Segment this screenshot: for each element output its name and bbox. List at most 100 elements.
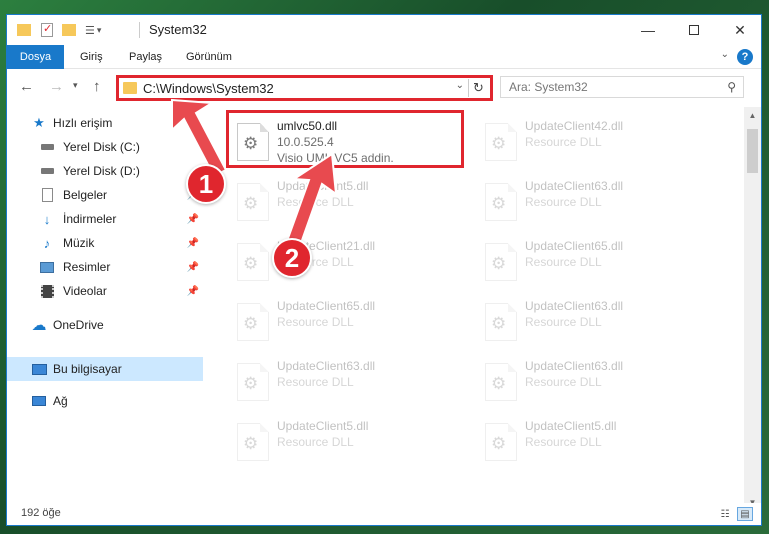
file-description: Resource DLL bbox=[277, 315, 354, 329]
file-description: Resource DLL bbox=[525, 375, 602, 389]
cloud-icon: ☁ bbox=[31, 317, 47, 334]
dll-file-icon: ⚙ bbox=[485, 243, 517, 281]
file-item[interactable]: ⚙ UpdateClient21.dll Resource DLL bbox=[223, 233, 463, 293]
close-button[interactable]: ✕ bbox=[717, 15, 761, 45]
file-description: Resource DLL bbox=[525, 435, 602, 449]
tab-home[interactable]: Giriş bbox=[80, 45, 103, 69]
sidebar-item-downloads[interactable]: ↓ İndirmeler 📌 bbox=[7, 207, 203, 231]
file-item[interactable]: ⚙ UpdateClient5.dll Resource DLL bbox=[223, 173, 463, 233]
quick-access-toolbar: ✓ ☰ ▾ bbox=[17, 21, 101, 39]
sidebar-item-this-pc[interactable]: Bu bilgisayar bbox=[7, 357, 203, 381]
tiles-view-icon[interactable]: ▤ bbox=[737, 507, 753, 521]
navigation-pane: ★ Hızlı erişim Yerel Disk (C:) Yerel Dis… bbox=[7, 107, 203, 499]
gear-icon: ⚙ bbox=[243, 314, 259, 333]
minimize-button[interactable]: — bbox=[625, 15, 671, 45]
separator bbox=[139, 22, 140, 38]
network-icon bbox=[31, 393, 47, 409]
tab-view[interactable]: Görünüm bbox=[186, 45, 232, 69]
window-title: System32 bbox=[149, 22, 207, 37]
pin-icon[interactable]: 📌 bbox=[187, 238, 199, 249]
vertical-scrollbar[interactable]: ▲ ▼ bbox=[744, 107, 761, 511]
pin-icon[interactable]: 📌 bbox=[187, 286, 199, 297]
dll-file-icon: ⚙ bbox=[485, 183, 517, 221]
expand-ribbon-icon[interactable]: ⌄ bbox=[721, 49, 729, 60]
status-bar: 192 öğe ☷ ▤ bbox=[7, 503, 761, 525]
gear-icon: ⚙ bbox=[243, 374, 259, 393]
dll-file-icon: ⚙ bbox=[237, 363, 269, 401]
sidebar-item-videos[interactable]: Videolar 📌 bbox=[7, 279, 203, 303]
gear-icon: ⚙ bbox=[491, 374, 507, 393]
address-bar[interactable]: C:\Windows\System32 ⌄ ↻ bbox=[116, 75, 493, 101]
sidebar-item-drive-c[interactable]: Yerel Disk (C:) bbox=[7, 135, 203, 159]
tab-file[interactable]: Dosya bbox=[7, 45, 64, 69]
properties-icon[interactable]: ✓ bbox=[41, 23, 53, 37]
maximize-button[interactable] bbox=[671, 15, 717, 45]
dll-file-icon: ⚙ bbox=[485, 423, 517, 461]
computer-icon bbox=[31, 361, 47, 377]
search-icon[interactable]: ⚲ bbox=[727, 80, 736, 94]
file-name: UpdateClient5.dll bbox=[525, 419, 617, 433]
pin-icon[interactable]: 📌 bbox=[187, 214, 199, 225]
file-item[interactable]: ⚙ UpdateClient63.dll Resource DLL bbox=[471, 293, 711, 353]
address-path[interactable]: C:\Windows\System32 bbox=[143, 81, 274, 96]
back-arrow-icon[interactable]: ← bbox=[19, 78, 34, 95]
sidebar-item-label: Resimler bbox=[63, 260, 111, 274]
file-item[interactable]: ⚙ UpdateClient42.dll Resource DLL bbox=[471, 113, 711, 173]
file-item[interactable]: ⚙ UpdateClient5.dll Resource DLL bbox=[471, 413, 711, 473]
file-item[interactable]: ⚙ UpdateClient5.dll Resource DLL bbox=[223, 413, 463, 473]
address-dropdown-icon[interactable]: ⌄ bbox=[456, 80, 464, 91]
new-folder-icon[interactable] bbox=[62, 24, 76, 36]
file-highlight-box bbox=[226, 110, 464, 168]
up-arrow-icon[interactable]: ↑ bbox=[93, 78, 101, 95]
customize-dropdown-icon[interactable]: ▾ bbox=[97, 25, 102, 36]
file-name: UpdateClient42.dll bbox=[525, 119, 624, 133]
dll-file-icon: ⚙ bbox=[485, 123, 517, 161]
sidebar-item-pictures[interactable]: Resimler 📌 bbox=[7, 255, 203, 279]
sidebar-item-label: Müzik bbox=[63, 236, 95, 250]
file-item[interactable]: ⚙ UpdateClient65.dll Resource DLL bbox=[223, 293, 463, 353]
sidebar-item-label: İndirmeler bbox=[63, 212, 117, 226]
refresh-icon[interactable]: ↻ bbox=[468, 79, 488, 97]
drive-icon bbox=[39, 163, 55, 179]
dll-file-icon: ⚙ bbox=[237, 423, 269, 461]
sidebar-item-music[interactable]: ♪ Müzik 📌 bbox=[7, 231, 203, 255]
pin-icon[interactable]: 📌 bbox=[187, 262, 199, 273]
file-item[interactable]: ⚙ UpdateClient63.dll Resource DLL bbox=[471, 353, 711, 413]
file-description: Resource DLL bbox=[525, 315, 602, 329]
help-icon[interactable]: ? bbox=[737, 49, 753, 65]
gear-icon: ⚙ bbox=[491, 194, 507, 213]
file-description: Resource DLL bbox=[277, 195, 354, 209]
sidebar-item-onedrive[interactable]: ☁ OneDrive bbox=[7, 313, 203, 337]
file-name: UpdateClient63.dll bbox=[525, 299, 624, 313]
item-count: 192 öğe bbox=[21, 507, 61, 519]
file-item[interactable]: ⚙ UpdateClient63.dll Resource DLL bbox=[223, 353, 463, 413]
file-name: UpdateClient65.dll bbox=[277, 299, 376, 313]
sidebar-item-label: Videolar bbox=[63, 284, 107, 298]
forward-arrow-icon[interactable]: → bbox=[49, 78, 64, 95]
search-input[interactable]: Ara: System32 ⚲ bbox=[500, 76, 744, 98]
file-description: Resource DLL bbox=[277, 435, 354, 449]
sidebar-item-network[interactable]: Ağ bbox=[7, 389, 203, 413]
title-bar: ✓ ☰ ▾ System32 — ✕ bbox=[7, 15, 761, 45]
sidebar-item-quick-access[interactable]: ★ Hızlı erişim bbox=[7, 111, 203, 135]
sidebar-item-documents[interactable]: Belgeler 📌 bbox=[7, 183, 203, 207]
view-icon[interactable]: ☰ bbox=[85, 24, 95, 37]
file-item[interactable]: ⚙ UpdateClient63.dll Resource DLL bbox=[471, 173, 711, 233]
dll-file-icon: ⚙ bbox=[237, 303, 269, 341]
file-name: UpdateClient5.dll bbox=[277, 179, 369, 193]
maximize-icon bbox=[689, 25, 699, 35]
sidebar-item-label: Yerel Disk (D:) bbox=[63, 164, 140, 178]
details-view-icon[interactable]: ☷ bbox=[717, 507, 733, 521]
tab-share[interactable]: Paylaş bbox=[129, 45, 162, 69]
sidebar-item-label: Bu bilgisayar bbox=[53, 362, 122, 376]
file-description: Resource DLL bbox=[277, 375, 354, 389]
gear-icon: ⚙ bbox=[243, 194, 259, 213]
scrollbar-thumb[interactable] bbox=[747, 129, 758, 173]
file-item[interactable]: ⚙ UpdateClient65.dll Resource DLL bbox=[471, 233, 711, 293]
recent-dropdown-icon[interactable]: ▾ bbox=[73, 80, 78, 91]
close-icon: ✕ bbox=[734, 21, 746, 38]
sidebar-item-drive-d[interactable]: Yerel Disk (D:) bbox=[7, 159, 203, 183]
scroll-up-icon[interactable]: ▲ bbox=[744, 107, 761, 124]
dll-file-icon: ⚙ bbox=[237, 183, 269, 221]
sidebar-item-label: Belgeler bbox=[63, 188, 108, 202]
